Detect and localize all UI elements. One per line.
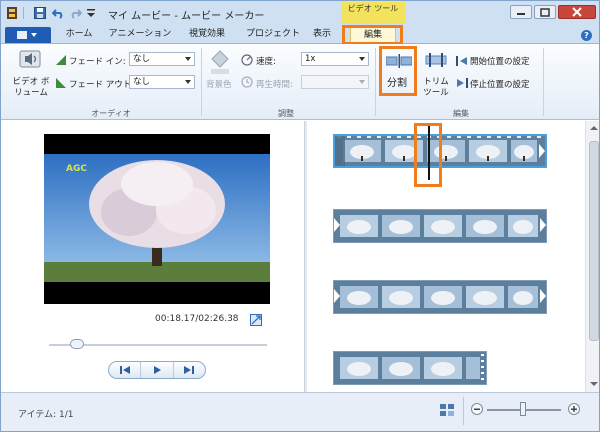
seek-thumb[interactable] xyxy=(70,339,85,349)
previous-frame-button[interactable] xyxy=(109,362,142,378)
duration-label: 再生時間: xyxy=(256,80,293,90)
title-bar: マイ ムービー - ムービー メーカー ビデオ ツール xyxy=(1,1,599,25)
video-preview[interactable]: AGC xyxy=(44,134,270,304)
speed-dropdown[interactable]: 1x xyxy=(301,52,369,66)
duration-icon xyxy=(241,76,253,88)
file-menu-button[interactable] xyxy=(5,27,51,43)
background-color-label[interactable]: 背景色 xyxy=(206,78,232,90)
zoom-out-icon[interactable] xyxy=(471,403,483,415)
window-title: マイ ムービー - ムービー メーカー xyxy=(108,11,265,22)
next-frame-icon xyxy=(184,366,195,374)
adjust-group-label: 調整 xyxy=(278,109,294,118)
tab-view[interactable]: 表示 xyxy=(307,27,337,43)
tab-home[interactable]: ホーム xyxy=(61,27,97,43)
set-start-icon xyxy=(456,56,468,66)
set-start-point-button[interactable]: 開始位置の設定 xyxy=(470,55,530,67)
fade-out-dropdown[interactable]: なし xyxy=(129,75,195,89)
fade-in-icon xyxy=(55,54,67,66)
zoom-slider-thumb[interactable] xyxy=(519,402,526,416)
set-end-icon xyxy=(456,78,468,88)
duration-dropdown[interactable] xyxy=(301,75,369,89)
help-icon[interactable]: ? xyxy=(581,30,592,41)
save-icon[interactable] xyxy=(33,6,46,19)
context-tab-group-label: ビデオ ツール xyxy=(341,2,405,24)
speed-label: 速度: xyxy=(256,57,276,67)
tab-animation[interactable]: アニメーション xyxy=(105,27,175,43)
fullscreen-icon[interactable] xyxy=(250,314,262,326)
chevron-down-icon xyxy=(359,80,365,84)
fade-out-icon xyxy=(55,77,67,89)
fade-in-dropdown[interactable]: なし xyxy=(129,52,195,66)
next-frame-button[interactable] xyxy=(174,362,205,378)
close-button[interactable] xyxy=(558,5,596,19)
ribbon-tab-bar: ホーム アニメーション 視覚効果 プロジェクト 表示 編集 ? xyxy=(1,25,599,45)
redo-icon[interactable] xyxy=(69,6,82,19)
tab-visual-effects[interactable]: 視覚効果 xyxy=(181,27,233,43)
fade-in-value: なし xyxy=(133,54,151,64)
ribbon-panel: ビデオ ボリューム フェード イン: なし フェード アウト: なし オーディオ… xyxy=(1,44,599,120)
chevron-down-icon xyxy=(359,57,365,61)
zoom-in-icon[interactable] xyxy=(568,403,580,415)
trim-tool-label[interactable]: トリム ツール xyxy=(422,77,450,99)
edit-tab-highlight xyxy=(342,25,403,45)
thumbnail-size-icon[interactable] xyxy=(439,403,455,417)
audio-group-label: オーディオ xyxy=(91,109,131,118)
group-separator xyxy=(375,48,376,116)
fade-out-value: なし xyxy=(133,77,151,87)
playback-controls xyxy=(108,361,206,379)
play-icon xyxy=(153,366,161,374)
item-count: アイテム: 1/1 xyxy=(18,410,74,420)
preview-pane: AGC 00:18.17/02:26.38 xyxy=(1,121,304,392)
status-bar: アイテム: 1/1 xyxy=(1,392,599,431)
app-icon xyxy=(7,6,17,19)
scroll-down-icon[interactable] xyxy=(589,379,599,389)
scroll-up-icon[interactable] xyxy=(589,123,599,133)
fade-out-label: フェード アウト: xyxy=(69,80,135,90)
fade-in-label: フェード イン: xyxy=(69,57,126,67)
status-separator xyxy=(463,397,464,425)
video-volume-icon[interactable] xyxy=(17,48,43,76)
set-end-point-button[interactable]: 停止位置の設定 xyxy=(470,78,530,90)
group-separator xyxy=(543,48,544,116)
playhead-highlight xyxy=(414,123,442,187)
previous-frame-icon xyxy=(119,366,130,374)
movie-maker-window: マイ ムービー - ムービー メーカー ビデオ ツール ホーム アニメーション … xyxy=(0,0,600,432)
maximize-button[interactable] xyxy=(534,5,556,19)
storyboard-pane xyxy=(307,121,599,392)
tab-project[interactable]: プロジェクト xyxy=(241,27,305,43)
watermark-text: AGC xyxy=(66,164,87,174)
minimize-button[interactable] xyxy=(510,5,532,19)
edit-group-label: 編集 xyxy=(453,109,469,118)
group-separator xyxy=(201,48,202,116)
trim-tool-icon[interactable] xyxy=(424,52,448,68)
undo-icon[interactable] xyxy=(52,6,65,19)
qat-separator xyxy=(23,6,25,19)
speed-value: 1x xyxy=(305,54,316,64)
chevron-down-icon xyxy=(185,80,191,84)
customize-qat-icon[interactable] xyxy=(87,6,95,19)
speed-icon xyxy=(241,54,253,66)
play-button[interactable] xyxy=(141,362,174,378)
chevron-down-icon xyxy=(185,57,191,61)
storyboard-clip[interactable] xyxy=(333,351,487,385)
storyboard-clip[interactable] xyxy=(333,280,547,314)
split-button-highlight xyxy=(379,46,417,96)
background-color-icon[interactable] xyxy=(208,49,232,75)
video-volume-label[interactable]: ビデオ ボリューム xyxy=(12,77,50,99)
storyboard-scrollbar[interactable] xyxy=(585,121,599,392)
time-readout: 00:18.17/02:26.38 xyxy=(155,314,239,324)
storyboard-clip[interactable] xyxy=(333,209,547,243)
scroll-thumb[interactable] xyxy=(589,141,599,341)
